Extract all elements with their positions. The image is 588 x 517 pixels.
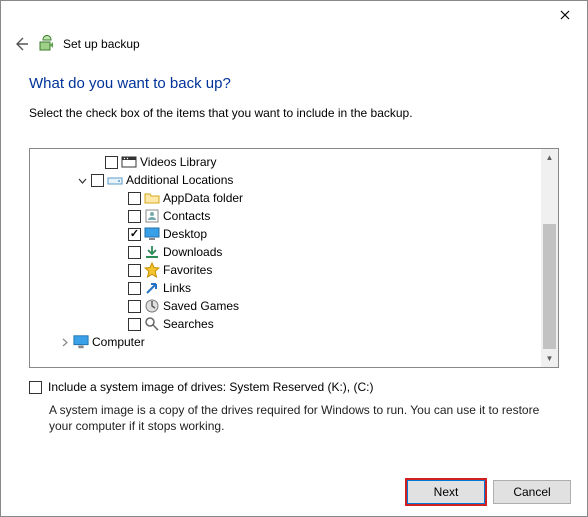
tree-item-appdata[interactable]: AppData folder bbox=[40, 189, 556, 207]
tree-label: AppData folder bbox=[163, 191, 243, 205]
close-icon bbox=[560, 10, 570, 20]
scroll-up-icon[interactable]: ▲ bbox=[541, 149, 558, 166]
checkbox-appdata[interactable] bbox=[128, 192, 141, 205]
backup-tree: Videos Library Additional Locations AppD… bbox=[32, 153, 556, 351]
tree-item-videos[interactable]: Videos Library bbox=[40, 153, 556, 171]
videos-library-icon bbox=[121, 154, 137, 170]
expander-collapse-icon[interactable] bbox=[76, 174, 88, 186]
backup-tree-panel: Videos Library Additional Locations AppD… bbox=[29, 148, 559, 368]
content-area: What do you want to back up? Select the … bbox=[1, 61, 587, 434]
checkbox-system-image[interactable] bbox=[29, 381, 42, 394]
tree-label: Links bbox=[163, 281, 191, 295]
system-image-label: Include a system image of drives: System… bbox=[48, 380, 373, 394]
star-icon bbox=[144, 262, 160, 278]
tree-item-contacts[interactable]: Contacts bbox=[40, 207, 556, 225]
tree-label: Saved Games bbox=[163, 299, 239, 313]
system-image-row[interactable]: Include a system image of drives: System… bbox=[29, 378, 559, 400]
desktop-icon bbox=[144, 226, 160, 242]
expander-expand-icon[interactable] bbox=[58, 336, 70, 348]
tree-label: Contacts bbox=[163, 209, 210, 223]
drive-icon bbox=[107, 172, 123, 188]
checkbox-downloads[interactable] bbox=[128, 246, 141, 259]
contacts-icon bbox=[144, 208, 160, 224]
scroll-down-icon[interactable]: ▼ bbox=[541, 350, 558, 367]
saved-games-icon bbox=[144, 298, 160, 314]
tree-item-favorites[interactable]: Favorites bbox=[40, 261, 556, 279]
cancel-button[interactable]: Cancel bbox=[493, 480, 571, 504]
tree-item-links[interactable]: Links bbox=[40, 279, 556, 297]
checkbox-saved-games[interactable] bbox=[128, 300, 141, 313]
tree-label: Desktop bbox=[163, 227, 207, 241]
header-row: Set up backup bbox=[1, 29, 587, 61]
tree-item-additional[interactable]: Additional Locations bbox=[40, 171, 556, 189]
tree-item-desktop[interactable]: Desktop bbox=[40, 225, 556, 243]
scroll-thumb[interactable] bbox=[543, 224, 556, 349]
checkbox-favorites[interactable] bbox=[128, 264, 141, 277]
downloads-icon bbox=[144, 244, 160, 260]
titlebar bbox=[1, 1, 587, 29]
checkbox-searches[interactable] bbox=[128, 318, 141, 331]
tree-item-downloads[interactable]: Downloads bbox=[40, 243, 556, 261]
tree-label: Favorites bbox=[163, 263, 212, 277]
tree-label: Downloads bbox=[163, 245, 222, 259]
search-icon bbox=[144, 316, 160, 332]
folder-icon bbox=[144, 190, 160, 206]
next-button[interactable]: Next bbox=[407, 480, 485, 504]
system-image-description: A system image is a copy of the drives r… bbox=[29, 400, 559, 434]
checkbox-desktop[interactable] bbox=[128, 228, 141, 241]
instruction-text: Select the check box of the items that y… bbox=[29, 102, 559, 148]
back-arrow-icon[interactable] bbox=[13, 36, 29, 52]
tree-item-saved-games[interactable]: Saved Games bbox=[40, 297, 556, 315]
tree-label: Videos Library bbox=[140, 155, 217, 169]
spacer bbox=[90, 156, 102, 168]
tree-label: Searches bbox=[163, 317, 214, 331]
computer-icon bbox=[73, 334, 89, 350]
checkbox-links[interactable] bbox=[128, 282, 141, 295]
scrollbar[interactable]: ▲ ▼ bbox=[541, 149, 558, 367]
checkbox-contacts[interactable] bbox=[128, 210, 141, 223]
tree-label: Additional Locations bbox=[126, 173, 233, 187]
tree-item-searches[interactable]: Searches bbox=[40, 315, 556, 333]
checkbox-videos[interactable] bbox=[105, 156, 118, 169]
backup-wizard-icon bbox=[37, 35, 55, 53]
tree-item-computer[interactable]: Computer bbox=[40, 333, 556, 351]
checkbox-additional[interactable] bbox=[91, 174, 104, 187]
page-question: What do you want to back up? bbox=[29, 67, 559, 102]
link-shortcut-icon bbox=[144, 280, 160, 296]
close-button[interactable] bbox=[543, 1, 587, 29]
header-title: Set up backup bbox=[63, 37, 140, 51]
tree-label: Computer bbox=[92, 335, 145, 349]
footer-buttons: Next Cancel bbox=[407, 480, 571, 504]
